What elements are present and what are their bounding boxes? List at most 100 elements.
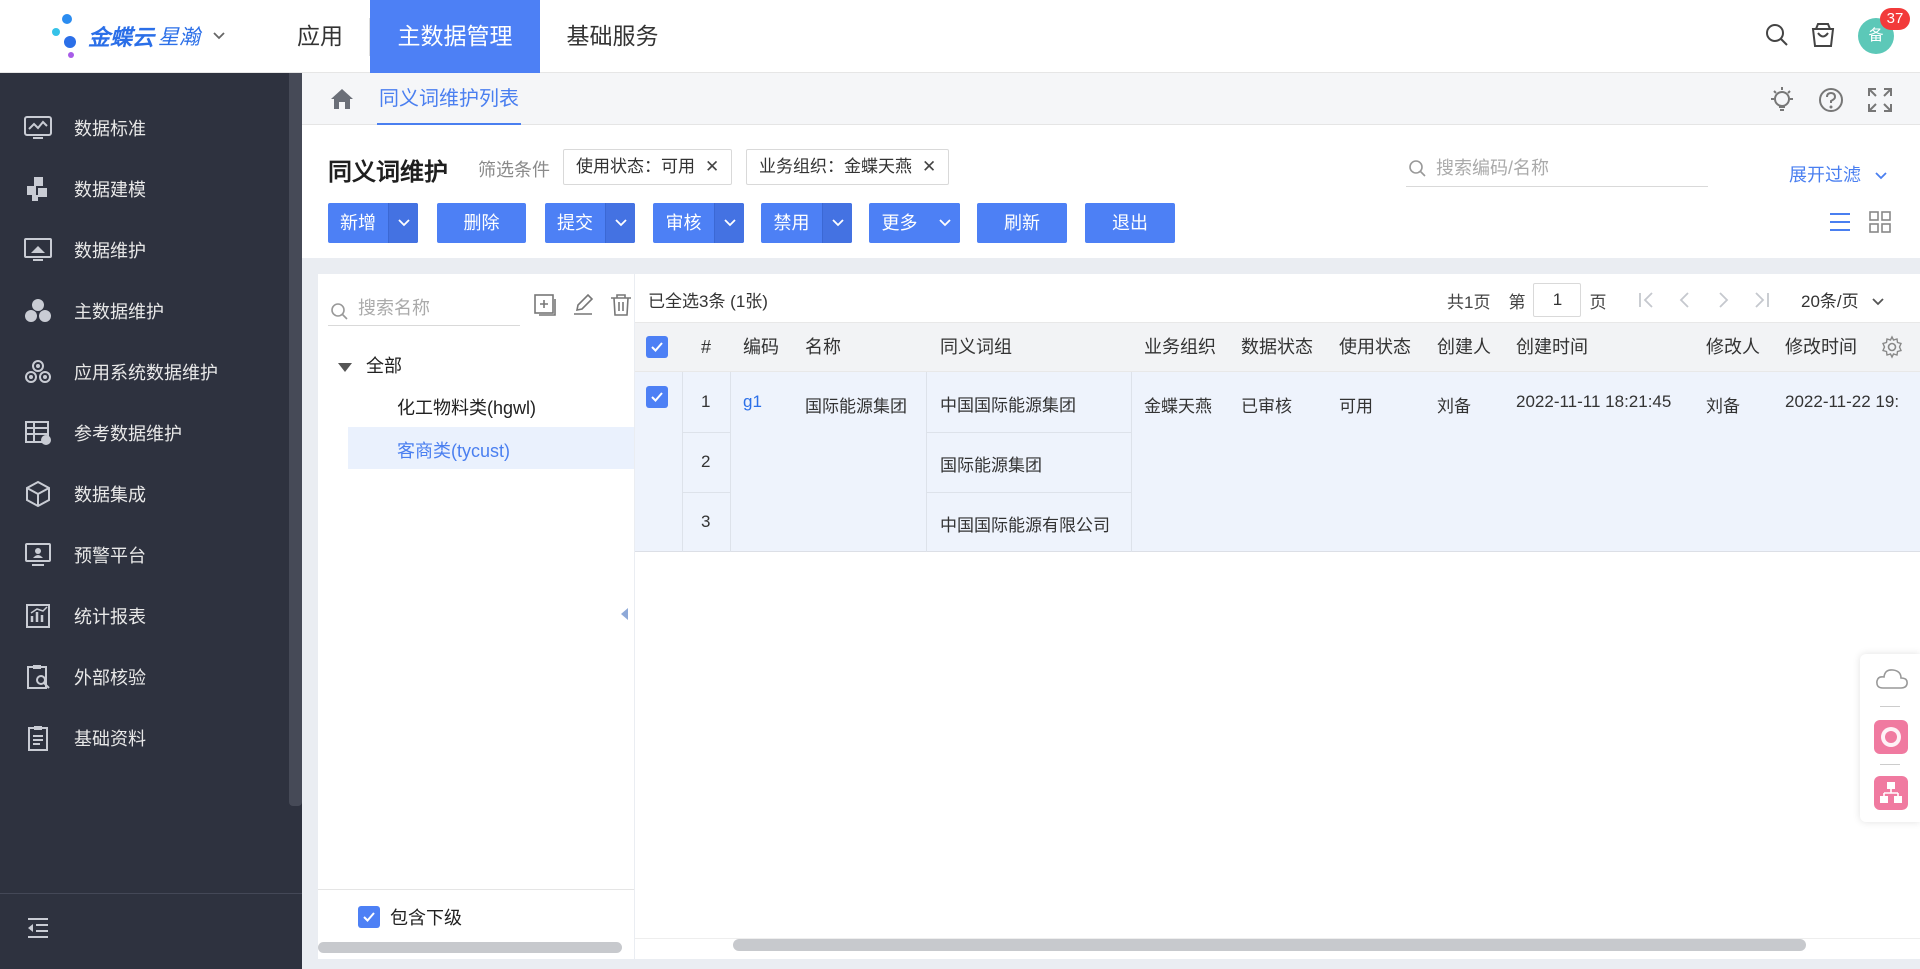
first-page-icon[interactable] — [1630, 285, 1664, 315]
checkbox-checked-icon[interactable] — [358, 906, 380, 928]
cell-business-org: 金蝶天燕 — [1144, 397, 1212, 416]
notification-badge[interactable]: 37 — [1880, 8, 1910, 30]
delete-node-icon[interactable] — [608, 292, 634, 318]
submit-button[interactable]: 提交 — [545, 203, 635, 243]
search-input[interactable] — [1436, 151, 1696, 185]
more-button-label: 更多 — [881, 213, 918, 233]
add-node-icon[interactable] — [532, 292, 558, 318]
column-header-business-org[interactable]: 业务组织 — [1144, 323, 1216, 371]
close-icon[interactable]: ✕ — [705, 157, 719, 176]
table-row[interactable]: 1 2 3 g1 国际能源集团 中国国际能源集团 国际能源集团 中国国际能源有限… — [635, 372, 1920, 552]
alert-screen-icon — [20, 537, 56, 573]
tree-search-input[interactable] — [358, 294, 518, 322]
chat-ball-icon[interactable] — [1874, 720, 1908, 754]
clipboard-icon — [20, 720, 56, 756]
refresh-button[interactable]: 刷新 — [977, 203, 1067, 243]
lightbulb-icon[interactable] — [1767, 85, 1797, 115]
tool-divider — [1880, 764, 1900, 765]
grid-horizontal-scrollbar[interactable] — [733, 939, 1806, 951]
collapse-menu-icon[interactable] — [24, 914, 52, 942]
list-view-icon[interactable] — [1827, 209, 1853, 235]
select-all-checkbox[interactable] — [646, 336, 668, 358]
help-icon[interactable] — [1816, 85, 1846, 115]
close-icon[interactable]: ✕ — [922, 157, 936, 176]
floating-toolbar — [1860, 654, 1920, 822]
sidebar-item-label: 数据维护 — [74, 240, 146, 261]
last-page-icon[interactable] — [1744, 285, 1778, 315]
cell-divider — [682, 432, 730, 433]
sidebar-item-label: 数据建模 — [74, 179, 146, 200]
sidebar-scrollbar[interactable] — [289, 73, 302, 806]
page-size-label: 20条/页 — [1801, 292, 1859, 311]
cell-modifier: 刘备 — [1706, 397, 1740, 416]
column-header-data-status[interactable]: 数据状态 — [1241, 323, 1313, 371]
caret-down-icon[interactable] — [338, 362, 352, 372]
filter-chip-business-org[interactable]: 业务组织：金蝶天燕 ✕ — [746, 149, 950, 185]
chevron-down-icon[interactable] — [388, 203, 418, 243]
shopping-bag-icon[interactable] — [1808, 20, 1838, 50]
tree-node-all[interactable]: 全部 — [338, 352, 402, 378]
sidebar-item-basic-data[interactable]: 基础资料 — [0, 700, 290, 775]
org-chart-icon[interactable] — [1874, 776, 1908, 810]
column-header-synonym-group[interactable]: 同义词组 — [940, 323, 1012, 371]
app-logo[interactable]: 金蝶云 星瀚 — [48, 10, 248, 62]
page-size-select[interactable]: 20条/页 — [1801, 287, 1885, 312]
column-header-modified-at[interactable]: 修改时间 — [1785, 323, 1875, 371]
column-header-index[interactable]: # — [701, 323, 711, 371]
column-header-use-status[interactable]: 使用状态 — [1339, 323, 1411, 371]
tree-node-hgwl[interactable]: 化工物料类(hgwl) — [397, 394, 536, 420]
cell-data-status: 已审核 — [1241, 397, 1292, 416]
home-icon[interactable] — [328, 85, 356, 113]
filter-chip-use-status[interactable]: 使用状态：可用 ✕ — [563, 149, 733, 185]
row-checkbox[interactable] — [646, 386, 668, 408]
page-number-input[interactable]: 1 — [1533, 283, 1582, 317]
delete-button[interactable]: 删除 — [437, 203, 526, 243]
audit-button-label: 审核 — [665, 213, 702, 233]
chevron-down-icon[interactable] — [930, 203, 960, 243]
grid-view-icon[interactable] — [1867, 209, 1893, 235]
search-icon[interactable] — [1762, 20, 1792, 50]
prev-page-icon[interactable] — [1668, 285, 1702, 315]
tab-synonym-list[interactable]: 同义词维护列表 — [377, 73, 521, 125]
cluster-icon — [20, 354, 56, 390]
chevron-down-icon[interactable] — [605, 203, 635, 243]
column-header-name[interactable]: 名称 — [805, 323, 841, 371]
cell-divider — [730, 372, 731, 552]
more-button[interactable]: 更多 — [869, 203, 960, 243]
gear-icon[interactable] — [1880, 335, 1904, 359]
table-gear-icon — [20, 415, 56, 451]
tree-horizontal-scrollbar[interactable] — [318, 942, 622, 953]
filter-chip-text: 业务组织：金蝶天燕 — [759, 157, 912, 176]
clipboard-search-icon — [20, 659, 56, 695]
report-icon — [20, 598, 56, 634]
tree-search-box — [328, 290, 520, 326]
column-header-modifier[interactable]: 修改人 — [1706, 323, 1760, 371]
nav-base-services[interactable]: 基础服务 — [540, 0, 685, 73]
chevron-down-icon[interactable] — [822, 203, 852, 243]
next-page-icon[interactable] — [1706, 285, 1740, 315]
tree-node-tycust[interactable]: 客商类(tycust) — [397, 437, 510, 463]
include-sub-checkbox[interactable]: 包含下级 — [358, 904, 462, 930]
disable-button[interactable]: 禁用 — [761, 203, 852, 243]
chart-monitor-icon — [20, 110, 56, 146]
audit-button[interactable]: 审核 — [653, 203, 744, 243]
sidebar-item-label: 参考数据维护 — [74, 423, 182, 444]
expand-filter-link[interactable]: 展开过滤 — [1789, 161, 1888, 187]
column-header-created-at[interactable]: 创建时间 — [1516, 323, 1588, 371]
cube-icon — [20, 476, 56, 512]
chevron-down-icon[interactable] — [714, 203, 744, 243]
nav-app[interactable]: 应用 — [270, 0, 370, 73]
cell-index: 1 — [701, 392, 711, 411]
exit-button[interactable]: 退出 — [1085, 203, 1175, 243]
cell-code-link[interactable]: g1 — [743, 392, 762, 412]
blocks-icon — [20, 171, 56, 207]
edit-node-icon[interactable] — [570, 292, 596, 318]
column-header-creator[interactable]: 创建人 — [1437, 323, 1491, 371]
filter-label: 筛选条件 — [478, 160, 550, 180]
disable-button-label: 禁用 — [773, 213, 810, 233]
cloud-icon[interactable] — [1874, 666, 1910, 692]
nav-master-data[interactable]: 主数据管理 — [370, 0, 540, 73]
fullscreen-icon[interactable] — [1865, 85, 1895, 115]
column-header-code[interactable]: 编码 — [743, 323, 779, 371]
add-button[interactable]: 新增 — [328, 203, 418, 243]
